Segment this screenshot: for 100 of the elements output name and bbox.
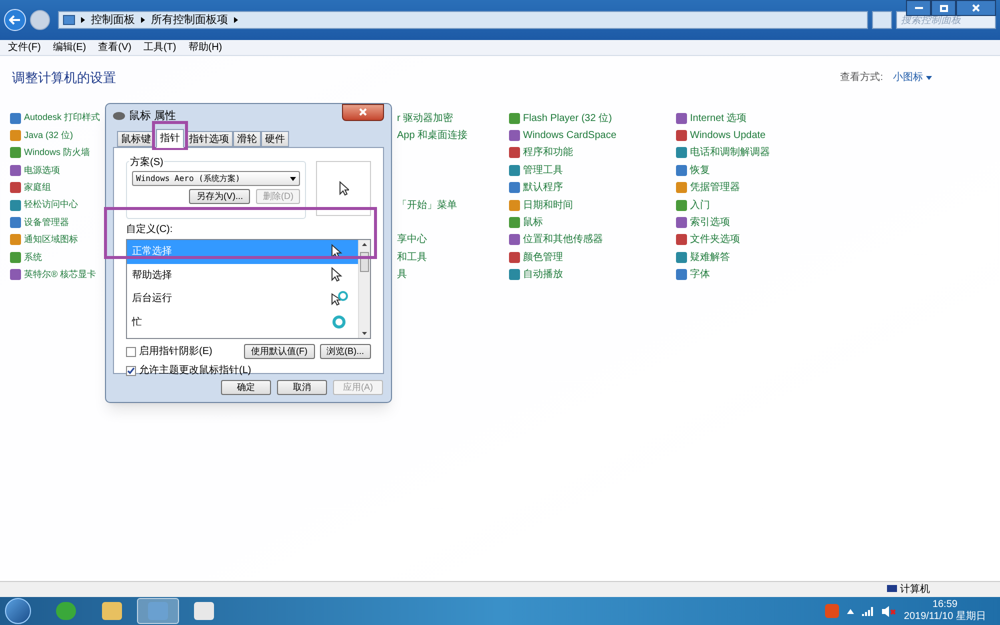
scheme-dropdown[interactable]: Windows Aero (系统方案) [132, 171, 300, 186]
checkbox[interactable] [126, 346, 136, 356]
forward-button[interactable] [30, 10, 50, 30]
busy-ring-icon [331, 314, 348, 330]
breadcrumb[interactable]: 控制面板 [90, 12, 135, 28]
computer-icon [887, 585, 897, 594]
applet-link[interactable]: 英特尔® 核芯显卡 [24, 268, 96, 282]
applet-link[interactable]: 通知区域图标 [24, 233, 78, 247]
button[interactable]: 取消 [277, 380, 327, 395]
start-button[interactable] [5, 598, 31, 624]
caret-icon [926, 76, 932, 80]
menu-item[interactable]: 查看(V) [98, 40, 132, 55]
applet-icon [509, 112, 520, 124]
tab[interactable]: 鼠标键 [117, 131, 155, 147]
applet-icon [10, 130, 21, 142]
scrollbar[interactable] [358, 240, 370, 338]
applet-link[interactable]: 系统 [24, 250, 42, 264]
scheme-label: 方案(S) [129, 155, 164, 170]
applet-link[interactable]: r 驱动器加密 [397, 110, 454, 126]
applet-icon [10, 234, 21, 246]
applet-link[interactable]: 电话和调制解调器 [690, 145, 770, 160]
applet-icon [676, 252, 687, 263]
button[interactable]: 确定 [221, 380, 271, 395]
applet-icon [676, 200, 687, 211]
close-button[interactable] [956, 0, 996, 16]
applet-link[interactable]: 颜色管理 [523, 250, 563, 265]
applet-link[interactable]: Internet 选项 [690, 110, 747, 126]
applet-link[interactable]: 文件夹选项 [690, 232, 740, 248]
applet-icon [676, 217, 687, 228]
applet-link[interactable]: 「开始」菜单 [397, 198, 457, 213]
applet-link[interactable]: 位置和其他传感器 [523, 232, 603, 248]
working-cursor-icon [331, 290, 348, 307]
status-text: 计算机 [900, 582, 930, 597]
checkbox-label: 允许主题更改鼠标指针(L) [139, 364, 252, 378]
applet-link[interactable]: 默认程序 [523, 180, 563, 196]
applet-link[interactable]: 具 [397, 267, 407, 282]
button[interactable]: 浏览(B)... [320, 344, 371, 359]
scroll-down-icon[interactable] [362, 332, 367, 335]
clock[interactable]: 16:59 2019/11/10 星期日 [904, 599, 986, 623]
applet-icon [10, 164, 21, 176]
applet-link[interactable]: 设备管理器 [24, 216, 69, 230]
applet-link[interactable]: App 和桌面连接 [397, 128, 468, 144]
applet-link[interactable]: 鼠标 [523, 215, 543, 230]
applet-link[interactable]: 索引选项 [690, 215, 730, 230]
customize-label: 自定义(C): [126, 222, 174, 237]
applet-link[interactable]: 电源选项 [24, 164, 60, 178]
menu-item[interactable]: 帮助(H) [188, 40, 222, 55]
applet-link[interactable]: 疑难解答 [690, 250, 730, 265]
button[interactable]: 使用默认值(F) [244, 344, 314, 359]
back-button[interactable] [4, 9, 26, 31]
applet-link[interactable]: 凭据管理器 [690, 180, 740, 196]
restore-button[interactable] [931, 0, 956, 16]
applet-link[interactable]: Windows 防火墙 [24, 146, 90, 160]
applet-icon [10, 252, 21, 263]
folder-icon [102, 602, 122, 620]
tab[interactable]: 指针 [156, 129, 184, 148]
applet-link[interactable]: Windows CardSpace [523, 128, 616, 144]
expand-tray-icon[interactable] [846, 608, 854, 614]
applet-link[interactable]: 自动播放 [523, 267, 563, 282]
applet-icon [676, 182, 687, 194]
applet-link[interactable]: 享中心 [397, 232, 427, 248]
pointer-list-item[interactable]: 帮助选择 [127, 264, 358, 287]
applet-link[interactable]: 程序和功能 [523, 145, 573, 160]
applet-link[interactable]: Flash Player (32 位) [523, 110, 612, 126]
signal-icon[interactable] [862, 606, 874, 616]
applet-link[interactable]: Java (32 位) [24, 128, 74, 142]
menu-item[interactable]: 编辑(E) [52, 40, 86, 55]
applet-link[interactable]: 轻松访问中心 [24, 198, 78, 212]
breadcrumb[interactable]: 所有控制面板项 [150, 12, 228, 28]
dialog-close-button[interactable] [342, 104, 384, 120]
dropdown-arrow-icon [290, 176, 296, 180]
scroll-up-icon[interactable] [362, 243, 367, 246]
applet-link[interactable]: 入门 [690, 198, 710, 213]
pointer-list-item[interactable]: 后台运行 [127, 287, 358, 310]
applet-link[interactable]: Windows Update [690, 128, 766, 144]
menu-item[interactable]: 文件(F) [8, 40, 41, 55]
minimize-button[interactable] [906, 0, 931, 16]
applet-link[interactable]: 恢复 [690, 162, 710, 178]
tab[interactable]: 指针选项 [185, 131, 233, 147]
applet-icon [509, 234, 520, 246]
tab[interactable]: 滑轮 [233, 131, 261, 147]
button[interactable]: 另存为(V)... [189, 189, 250, 204]
applet-link[interactable]: Autodesk 打印样式 [24, 111, 100, 125]
applet-link[interactable]: 家庭组 [24, 181, 51, 194]
applet-link[interactable]: 日期和时间 [523, 198, 573, 213]
applet-link[interactable]: 管理工具 [523, 162, 563, 178]
input-method-icon[interactable] [824, 604, 839, 618]
applet-icon [509, 182, 520, 194]
view-dropdown[interactable]: 小图标 [893, 70, 932, 86]
applet-link[interactable]: 字体 [690, 267, 710, 282]
applet-link[interactable]: 和工具 [397, 250, 427, 265]
pointer-list-item[interactable]: 忙 [127, 310, 358, 334]
applet-icon [676, 234, 687, 246]
back-arrow-icon [8, 15, 21, 25]
tab[interactable]: 硬件 [261, 131, 289, 147]
checkbox[interactable] [126, 366, 136, 376]
menu-item[interactable]: 工具(T) [143, 40, 176, 55]
address-bar[interactable]: 控制面板 所有控制面板项 [58, 11, 868, 29]
volume-muted-icon[interactable] [882, 606, 896, 616]
applet-icon [509, 269, 520, 280]
